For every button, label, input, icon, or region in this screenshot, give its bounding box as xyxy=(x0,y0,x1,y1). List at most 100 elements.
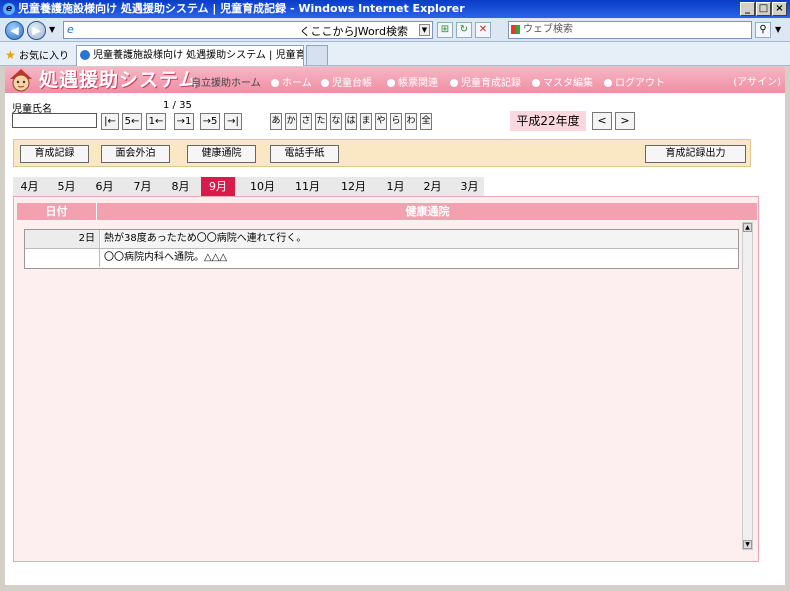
app-subtitle: 自立援助ホーム xyxy=(191,78,261,89)
app-title: 処遇援助システム xyxy=(39,69,199,91)
address-bar[interactable]: e くここからJWord検索 ▼ xyxy=(63,21,433,39)
address-dropdown-icon[interactable]: ▼ xyxy=(419,24,430,36)
prev-year-button[interactable]: < xyxy=(592,112,612,130)
kana-ya-button[interactable]: や xyxy=(375,113,387,130)
tab-month-9[interactable]: 9月 xyxy=(201,177,235,196)
tab-month-6[interactable]: 6月 xyxy=(88,177,121,196)
header-date: 日付 xyxy=(17,203,97,220)
nav-label: マスタ編集 xyxy=(543,78,593,89)
nav-logout[interactable]: ログアウト xyxy=(604,74,665,89)
kana-sa-button[interactable]: さ xyxy=(300,113,312,130)
tab-month-7[interactable]: 7月 xyxy=(126,177,159,196)
row-date: 2日 xyxy=(25,230,100,248)
scroll-down-icon[interactable]: ▼ xyxy=(743,540,752,549)
nav-development-record[interactable]: 児童育成記録 xyxy=(450,74,521,89)
new-tab-button[interactable] xyxy=(306,45,328,65)
address-text: くここからJWord検索 xyxy=(299,25,408,38)
record-panel: 日付 健康通院 2日 熱が38度あったため〇〇病院へ連れて行く。 〇〇病院内科へ… xyxy=(13,196,759,562)
kana-wa-button[interactable]: わ xyxy=(405,113,417,130)
refresh-icon[interactable]: ↻ xyxy=(456,22,472,38)
window-title: 児童養護施設様向け 処遇援助システム | 児童育成記録 - Windows In… xyxy=(18,2,465,15)
child-name-field[interactable] xyxy=(12,113,97,128)
row-text: 熱が38度あったため〇〇病院へ連れて行く。 xyxy=(101,230,738,248)
search-options-icon[interactable]: ▼ xyxy=(775,25,781,34)
bullet-icon xyxy=(450,79,458,87)
row-date xyxy=(25,249,100,267)
bullet-icon xyxy=(387,79,395,87)
star-icon: ★ xyxy=(5,48,16,62)
favorites-button[interactable]: ★ お気に入り xyxy=(5,47,69,62)
kana-ha-button[interactable]: は xyxy=(345,113,357,130)
child-counter: 1 / 35 xyxy=(163,100,192,111)
bullet-icon xyxy=(604,79,612,87)
kana-ka-button[interactable]: か xyxy=(285,113,297,130)
bullet-icon xyxy=(532,79,540,87)
nav-master-edit[interactable]: マスタ編集 xyxy=(532,74,593,89)
forward-1-button[interactable]: →1 xyxy=(174,113,194,130)
kana-ta-button[interactable]: た xyxy=(315,113,327,130)
bullet-icon xyxy=(271,79,279,87)
nav-label: 帳票関連 xyxy=(398,78,438,89)
tab-title: 児童養護施設様向け 処遇援助システム | 児童育成... xyxy=(93,50,304,61)
table-row[interactable]: 2日 熱が38度あったため〇〇病院へ連れて行く。 xyxy=(25,230,738,249)
search-placeholder: ウェブ検索 xyxy=(523,24,573,35)
first-child-button[interactable]: |← xyxy=(101,113,119,130)
visit-overnight-button[interactable]: 面会外泊 xyxy=(101,145,170,163)
search-icon[interactable]: ⚲ xyxy=(755,22,771,38)
close-window-button[interactable]: × xyxy=(772,2,787,16)
nav-label: ホーム xyxy=(282,78,312,89)
back-1-button[interactable]: 1← xyxy=(146,113,166,130)
assign-link[interactable]: (アサイン) xyxy=(733,73,781,88)
nav-forms[interactable]: 帳票関連 xyxy=(387,74,438,89)
tab-month-10[interactable]: 10月 xyxy=(244,177,281,196)
page-icon: e xyxy=(67,23,74,36)
tab-month-1[interactable]: 1月 xyxy=(379,177,412,196)
fiscal-year-label: 平成22年度 xyxy=(510,111,586,131)
scroll-up-icon[interactable]: ▲ xyxy=(743,223,752,232)
tab-month-2[interactable]: 2月 xyxy=(416,177,449,196)
tab-month-12[interactable]: 12月 xyxy=(335,177,372,196)
window-title-bar: e 児童養護施設様向け 処遇援助システム | 児童育成記録 - Windows … xyxy=(0,0,790,18)
last-child-button[interactable]: →| xyxy=(224,113,242,130)
history-dropdown-icon[interactable]: ▼ xyxy=(49,25,55,34)
kana-all-button[interactable]: 全 xyxy=(420,113,432,130)
export-record-button[interactable]: 育成記録出力 xyxy=(645,145,746,163)
forward-button[interactable]: ▶ xyxy=(27,21,46,40)
health-visit-button[interactable]: 健康通院 xyxy=(187,145,256,163)
house-mascot-icon xyxy=(10,69,32,92)
nav-label: ログアウト xyxy=(615,78,665,89)
ie-icon: e xyxy=(3,3,15,15)
compat-view-icon[interactable]: ⊞ xyxy=(437,22,453,38)
table-row[interactable]: 〇〇病院内科へ通院。△△△ xyxy=(25,249,738,268)
tab-month-3[interactable]: 3月 xyxy=(453,177,486,196)
minimize-button[interactable]: _ xyxy=(740,2,755,16)
forward-5-button[interactable]: →5 xyxy=(200,113,220,130)
kana-ra-button[interactable]: ら xyxy=(390,113,402,130)
stop-icon[interactable]: ✕ xyxy=(475,22,491,38)
command-bar: 育成記録 面会外泊 健康通院 電話手紙 育成記録出力 xyxy=(13,139,751,167)
search-box[interactable]: ウェブ検索 xyxy=(508,21,752,39)
browser-tab[interactable]: 児童養護施設様向け 処遇援助システム | 児童育成... xyxy=(76,45,304,66)
back-5-button[interactable]: 5← xyxy=(122,113,142,130)
month-tabs: 4月 5月 6月 7月 8月 9月 10月 11月 12月 1月 2月 3月 xyxy=(13,177,484,196)
kana-ma-button[interactable]: ま xyxy=(360,113,372,130)
back-button[interactable]: ◀ xyxy=(5,21,24,40)
nav-child-register[interactable]: 児童台帳 xyxy=(321,74,372,89)
tab-month-8[interactable]: 8月 xyxy=(164,177,197,196)
maximize-button[interactable]: □ xyxy=(756,2,771,16)
next-year-button[interactable]: > xyxy=(615,112,635,130)
tab-month-5[interactable]: 5月 xyxy=(50,177,83,196)
header-category: 健康通院 xyxy=(405,205,450,218)
phone-letter-button[interactable]: 電話手紙 xyxy=(270,145,339,163)
kana-a-button[interactable]: あ xyxy=(270,113,282,130)
vertical-scrollbar[interactable]: ▲ ▼ xyxy=(742,222,753,550)
development-record-button[interactable]: 育成記録 xyxy=(20,145,89,163)
tab-month-4[interactable]: 4月 xyxy=(13,177,46,196)
kana-na-button[interactable]: な xyxy=(330,113,342,130)
app-header: 処遇援助システム 自立援助ホーム ホーム 児童台帳 帳票関連 児童育成記録 マス… xyxy=(5,67,785,93)
nav-home[interactable]: ホーム xyxy=(271,74,312,89)
search-provider-icon xyxy=(511,25,520,34)
record-table: 2日 熱が38度あったため〇〇病院へ連れて行く。 〇〇病院内科へ通院。△△△ xyxy=(24,229,739,269)
address-toolbar: ◀ ▶ ▼ e くここからJWord検索 ▼ ⊞ ↻ ✕ ウェブ検索 ⚲ ▼ xyxy=(0,18,790,42)
tab-month-11[interactable]: 11月 xyxy=(289,177,326,196)
